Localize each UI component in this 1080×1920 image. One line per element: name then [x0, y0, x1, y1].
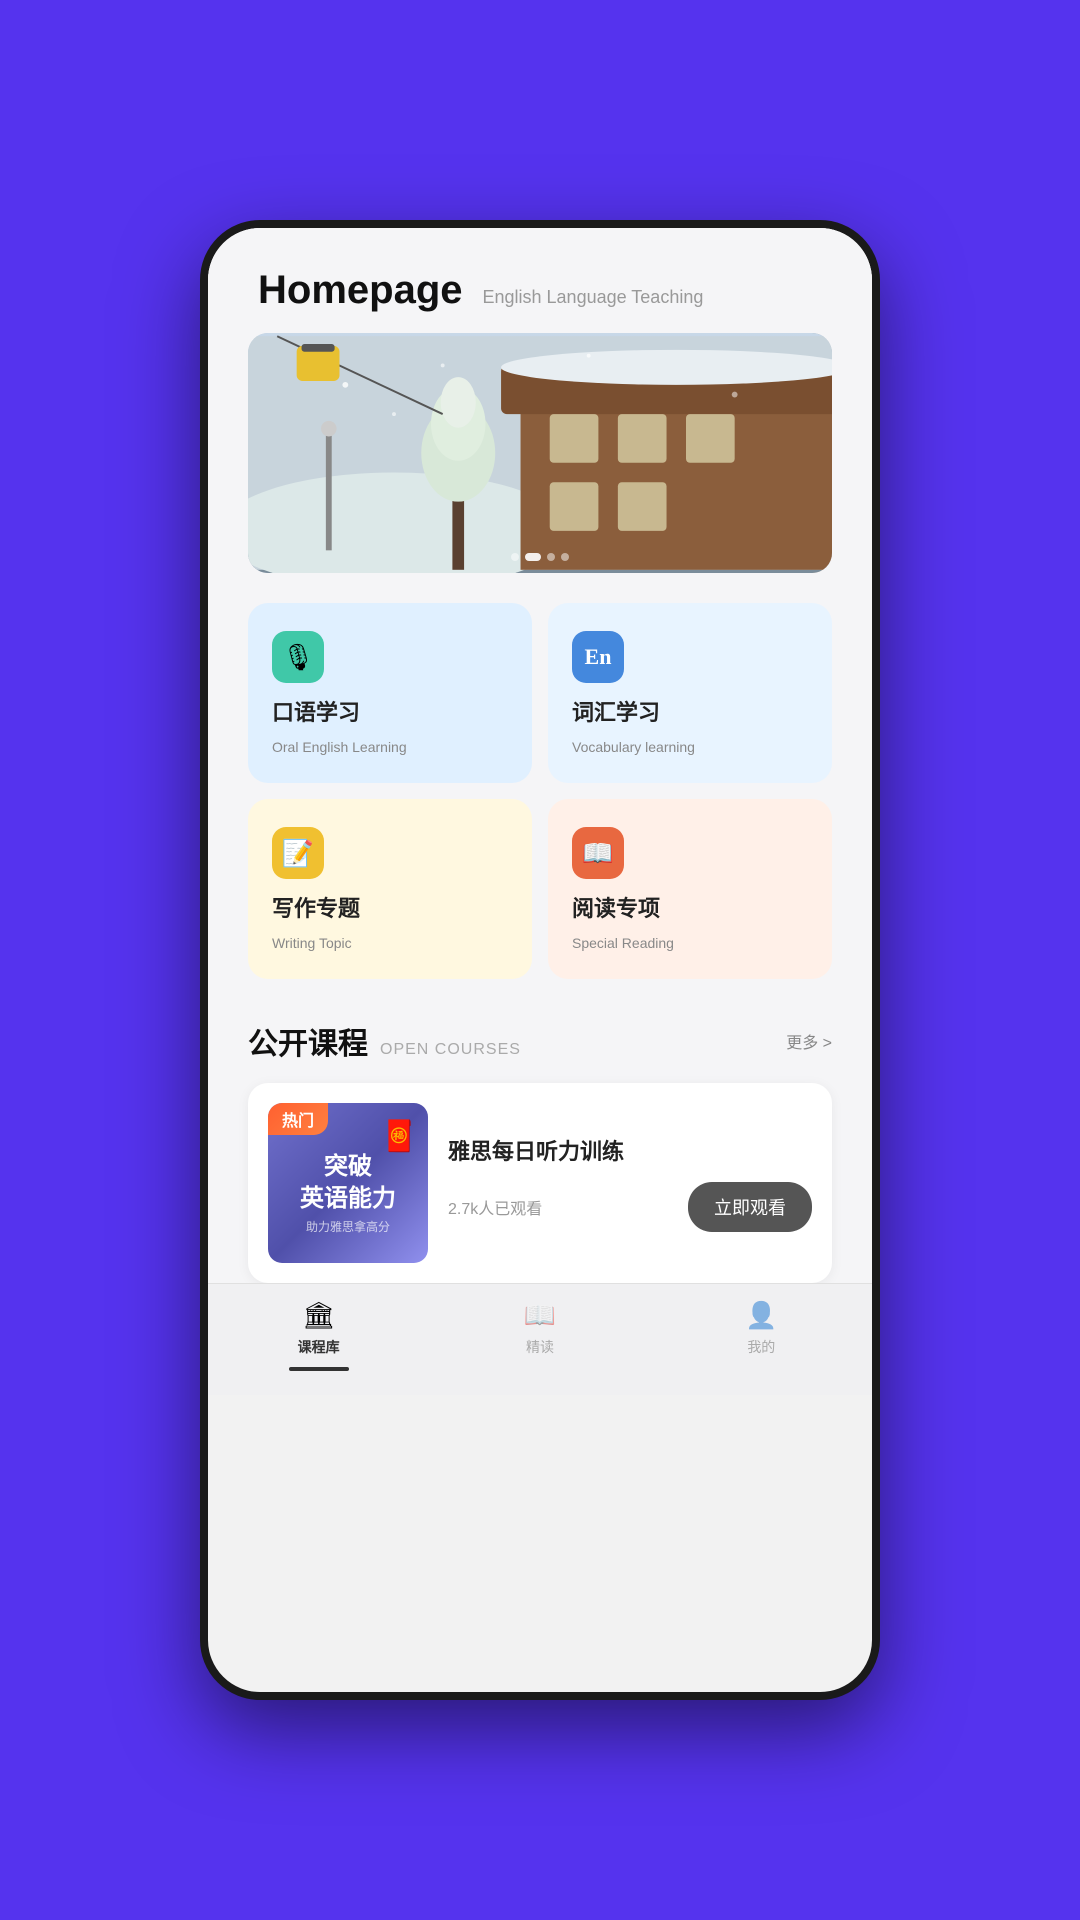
- card-writing-subtitle: Writing Topic: [272, 935, 508, 951]
- course-footer: 2.7k人已观看 立即观看: [448, 1182, 812, 1232]
- nav-item-reading[interactable]: 📖 精读: [429, 1300, 650, 1371]
- card-reading-title: 阅读专项: [572, 891, 808, 923]
- section-title-cn: 公开课程: [248, 1019, 368, 1063]
- phone-frame: Homepage English Language Teaching: [200, 220, 880, 1700]
- card-oral-title: 口语学习: [272, 695, 508, 727]
- nav-label-courses: 课程库: [298, 1337, 340, 1357]
- page-subtitle: English Language Teaching: [483, 287, 704, 308]
- section-title-en: OPEN COURSES: [380, 1041, 521, 1059]
- banner-dot-3: [547, 553, 555, 561]
- hot-badge: 热门: [268, 1103, 328, 1135]
- open-courses-section: 公开课程 OPEN COURSES 更多 > 热门 🧧 突破英语能力 助力雅思拿…: [208, 1019, 872, 1283]
- banner[interactable]: [248, 333, 832, 573]
- nav-active-indicator: [289, 1367, 349, 1371]
- reading-nav-icon: 📖: [524, 1300, 556, 1331]
- banner-dot-2: [525, 553, 541, 561]
- course-info: 雅思每日听力训练 2.7k人已观看 立即观看: [448, 1134, 812, 1232]
- nav-item-courses[interactable]: 🏛 课程库: [208, 1300, 429, 1371]
- banner-svg: [248, 333, 832, 573]
- bottom-nav: 🏛 课程库 📖 精读 👤 我的: [208, 1283, 872, 1395]
- vocab-icon: En: [572, 631, 624, 683]
- card-reading-subtitle: Special Reading: [572, 935, 808, 951]
- watch-button[interactable]: 立即观看: [688, 1182, 812, 1232]
- course-name: 雅思每日听力训练: [448, 1134, 812, 1166]
- banner-dots: [511, 553, 569, 561]
- card-oral-subtitle: Oral English Learning: [272, 739, 508, 755]
- card-writing[interactable]: 📝 写作专题 Writing Topic: [248, 799, 532, 979]
- section-header: 公开课程 OPEN COURSES 更多 >: [248, 1019, 832, 1063]
- mine-nav-icon: 👤: [745, 1300, 777, 1331]
- banner-dot-4: [561, 553, 569, 561]
- screen: Homepage English Language Teaching: [208, 228, 872, 1395]
- nav-item-mine[interactable]: 👤 我的: [651, 1300, 872, 1371]
- card-reading[interactable]: 📖 阅读专项 Special Reading: [548, 799, 832, 979]
- writing-icon: 📝: [272, 827, 324, 879]
- banner-dot-1: [511, 553, 519, 561]
- card-vocab-subtitle: Vocabulary learning: [572, 739, 808, 755]
- courses-nav-icon: 🏛: [302, 1300, 335, 1331]
- nav-label-reading: 精读: [526, 1337, 554, 1357]
- course-viewers: 2.7k人已观看: [448, 1195, 542, 1219]
- reading-icon: 📖: [572, 827, 624, 879]
- cards-grid: 🎙 口语学习 Oral English Learning En 词汇学习 Voc…: [248, 603, 832, 979]
- course-thumbnail: 热门 🧧 突破英语能力 助力雅思拿高分: [268, 1103, 428, 1263]
- card-oral[interactable]: 🎙 口语学习 Oral English Learning: [248, 603, 532, 783]
- course-card[interactable]: 热门 🧧 突破英语能力 助力雅思拿高分 雅思每日听力训练 2.7k人已观看 立即…: [248, 1083, 832, 1283]
- card-vocab[interactable]: En 词汇学习 Vocabulary learning: [548, 603, 832, 783]
- section-more-button[interactable]: 更多 >: [786, 1029, 832, 1053]
- nav-label-mine: 我的: [747, 1337, 775, 1357]
- header: Homepage English Language Teaching: [208, 228, 872, 333]
- course-thumb-subtitle: 助力雅思拿高分: [306, 1218, 390, 1235]
- section-title-group: 公开课程 OPEN COURSES: [248, 1019, 521, 1063]
- page-title: Homepage: [258, 268, 463, 313]
- oral-icon: 🎙: [272, 631, 324, 683]
- course-thumb-text: 突破英语能力: [292, 1151, 404, 1213]
- course-thumb-icon: 🧧: [381, 1119, 418, 1154]
- card-writing-title: 写作专题: [272, 891, 508, 923]
- banner-image: [248, 333, 832, 573]
- card-vocab-title: 词汇学习: [572, 695, 808, 727]
